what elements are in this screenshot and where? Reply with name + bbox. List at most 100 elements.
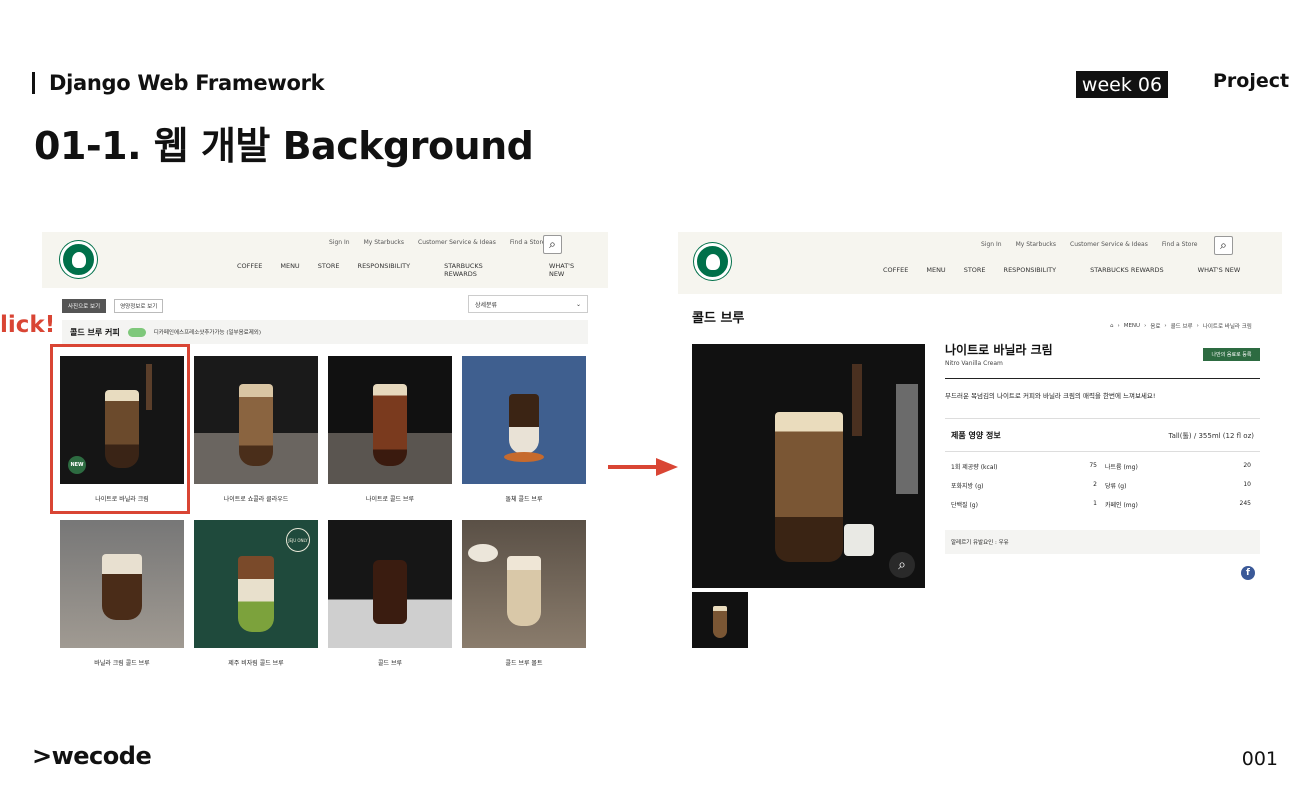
product-card[interactable]: 나이트로 쇼콜라 클라우드 <box>194 356 318 503</box>
size-select[interactable]: Tall(톨) / 355ml (12 fl oz) <box>1168 431 1254 441</box>
nav-rewards[interactable]: STARBUCKS REWARDS <box>1090 266 1164 274</box>
nav-store[interactable]: STORE <box>318 262 340 278</box>
nav-coffee[interactable]: COFFEE <box>237 262 262 278</box>
breadcrumb-item[interactable]: MENU <box>1124 323 1140 329</box>
search-icon[interactable]: ⌕ <box>543 235 562 254</box>
tap-handle <box>852 364 862 436</box>
nutrition-label: 카페인 (mg) <box>1105 502 1138 509</box>
util-link-find-store[interactable]: Find a Store <box>510 239 546 246</box>
nutrition-value: 20 <box>1243 462 1251 469</box>
cream-pitcher <box>844 524 874 556</box>
product-card[interactable]: 콜드 브루 <box>328 520 452 667</box>
tap-body <box>896 384 918 494</box>
utility-links: Sign In My Starbucks Customer Service & … <box>981 241 1197 248</box>
nav-store[interactable]: STORE <box>964 266 986 274</box>
drink-glass <box>239 384 273 466</box>
product-title: 나이트로 바닐라 크림 <box>945 343 1053 357</box>
product-name: 바닐라 크림 콜드 브루 <box>94 660 150 667</box>
chevron-down-icon: ⌄ <box>575 300 581 308</box>
divider <box>945 378 1260 379</box>
nutrition-label: 나트륨 (mg) <box>1105 464 1138 471</box>
utility-links: Sign In My Starbucks Customer Service & … <box>329 239 545 246</box>
product-name: 나이트로 쇼콜라 클라우드 <box>223 496 289 503</box>
tab-nutrition-view[interactable]: 영양정보로 보기 <box>114 299 164 313</box>
search-icon[interactable]: ⌕ <box>1214 236 1233 255</box>
product-image: JEJU ONLY <box>194 520 318 648</box>
category-select-value: 상세분류 <box>475 301 498 309</box>
starbucks-logo[interactable] <box>694 243 731 280</box>
product-name: 콜드 브루 몰트 <box>505 660 543 667</box>
category-select[interactable]: 상세분류 ⌄ <box>468 295 588 313</box>
nutrition-label: 당류 (g) <box>1105 483 1127 490</box>
nav-menu[interactable]: MENU <box>280 262 299 278</box>
util-link-signin[interactable]: Sign In <box>981 241 1002 248</box>
zoom-icon[interactable]: ⌕ <box>889 552 915 578</box>
product-detail-screenshot: Sign In My Starbucks Customer Service & … <box>678 232 1282 652</box>
product-image <box>194 356 318 484</box>
click-highlight-box <box>50 344 190 514</box>
breadcrumb-item[interactable]: 나이트로 바닐라 크림 <box>1203 322 1252 330</box>
util-link-customer-service[interactable]: Customer Service & Ideas <box>1070 241 1148 248</box>
product-thumbnail[interactable] <box>692 592 748 648</box>
product-image <box>328 356 452 484</box>
category-name: 콜드 브루 커피 <box>70 327 120 337</box>
breadcrumb-separator-icon: › <box>1144 323 1147 329</box>
slide-title: 01-1. 웹 개발 Background <box>34 124 534 168</box>
nutrition-label: 1회 제공량 (kcal) <box>951 464 998 471</box>
site-header: Sign In My Starbucks Customer Service & … <box>42 232 608 288</box>
arrow-head <box>656 458 678 476</box>
click-callout: lick! <box>0 312 56 338</box>
drink-glass <box>713 606 727 638</box>
drink-glass <box>774 412 843 562</box>
category-note: 디카페인에스프레소샷추가가능 (일부음료제외) <box>153 330 261 336</box>
nutrition-value: 10 <box>1243 481 1251 488</box>
product-card[interactable]: 바닐라 크림 콜드 브루 <box>60 520 184 667</box>
page-number: 001 <box>1241 748 1278 770</box>
nutrition-value: 75 <box>1089 462 1097 469</box>
nutrition-value: 245 <box>1239 500 1251 507</box>
util-link-customer-service[interactable]: Customer Service & Ideas <box>418 239 496 246</box>
breadcrumb-item[interactable]: 콜드 브루 <box>1171 322 1193 330</box>
course-heading: Django Web Framework <box>32 70 325 96</box>
arrow-shaft <box>608 465 660 469</box>
product-name: 나이트로 콜드 브루 <box>366 496 414 503</box>
nav-whats-new[interactable]: WHAT'S NEW <box>1198 266 1241 274</box>
nav-coffee[interactable]: COFFEE <box>883 266 908 274</box>
nav-rewards[interactable]: STARBUCKS REWARDS <box>444 262 515 278</box>
starbucks-logo[interactable] <box>60 241 97 278</box>
jeju-only-badge: JEJU ONLY <box>286 528 310 552</box>
util-link-signin[interactable]: Sign In <box>329 239 350 246</box>
home-icon[interactable]: ⌂ <box>1110 323 1114 329</box>
drink-glass <box>373 384 407 466</box>
nutrition-value: 2 <box>1093 481 1097 488</box>
breadcrumb-item[interactable]: 음료 <box>1150 322 1160 330</box>
nutrition-label: 단백질 (g) <box>951 502 978 509</box>
product-card[interactable]: JEJU ONLY 제주 비자림 콜드 브루 <box>194 520 318 667</box>
week-badge: week 06 <box>1076 71 1168 98</box>
facebook-icon[interactable]: f <box>1241 566 1255 580</box>
nav-menu[interactable]: MENU <box>926 266 945 274</box>
product-image <box>328 520 452 648</box>
nav-whats-new[interactable]: WHAT'S NEW <box>549 262 590 278</box>
divider <box>945 451 1260 452</box>
product-card[interactable]: 돌체 콜드 브루 <box>462 356 586 503</box>
product-card[interactable]: 나이트로 콜드 브루 <box>328 356 452 503</box>
add-favorite-button[interactable]: 나만의 음료로 등록 <box>1203 348 1260 361</box>
nutrition-table: 1회 제공량 (kcal) 75 나트륨 (mg) 20 포화지방 (g) 2 … <box>951 462 1260 519</box>
nav-responsibility[interactable]: RESPONSIBILITY <box>358 262 411 278</box>
brand-logo: >wecode <box>32 742 152 770</box>
nav-responsibility[interactable]: RESPONSIBILITY <box>1004 266 1057 274</box>
util-link-my-starbucks[interactable]: My Starbucks <box>1016 241 1056 248</box>
nutrition-title: 제품 영양 정보 <box>951 431 1001 440</box>
product-main-image: ⌕ <box>692 344 925 588</box>
decaf-icon <box>127 327 146 337</box>
tab-photo-view[interactable]: 사진으로 보기 <box>62 299 107 313</box>
drink-glass <box>509 394 539 454</box>
util-link-find-store[interactable]: Find a Store <box>1162 241 1198 248</box>
category-bar: 콜드 브루 커피 디카페인에스프레소샷추가가능 (일부음료제외) <box>62 320 588 344</box>
util-link-my-starbucks[interactable]: My Starbucks <box>364 239 404 246</box>
product-name: 콜드 브루 <box>378 660 402 667</box>
product-card[interactable]: 콜드 브루 몰트 <box>462 520 586 667</box>
table-row: 포화지방 (g) 2 당류 (g) 10 <box>951 481 1260 500</box>
main-nav: COFFEE MENU STORE RESPONSIBILITY STARBUC… <box>883 266 1258 274</box>
